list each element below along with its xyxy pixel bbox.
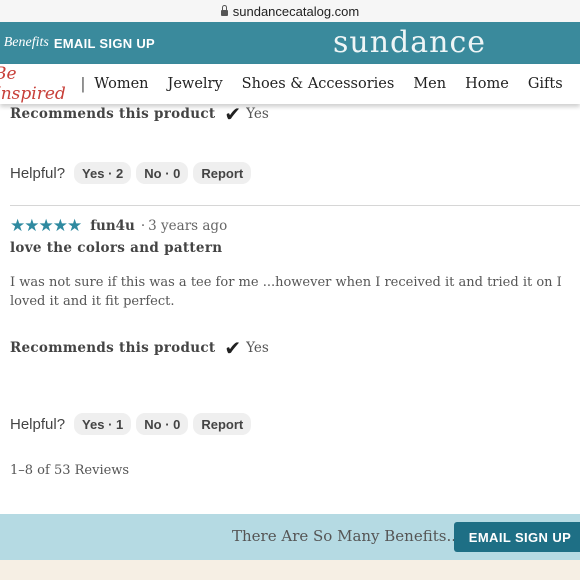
nav-item-shoes-accessories[interactable]: Shoes & Accessories	[242, 76, 395, 92]
bottom-promo-banner: There Are So Many Benefits... EMAIL SIGN…	[0, 514, 580, 560]
helpful-yes-button[interactable]: Yes · 2	[74, 162, 132, 184]
review-author: fun4u	[90, 218, 135, 234]
site-logo[interactable]: sundance	[333, 25, 486, 60]
review-body: I was not sure if this was a tee for me …	[10, 275, 562, 309]
recommends-label: Recommends this product	[10, 340, 216, 356]
recommends-label: Recommends this product	[10, 106, 216, 122]
review-divider	[10, 205, 580, 206]
report-button[interactable]: Report	[193, 413, 252, 435]
recommends-value: Yes	[246, 340, 269, 356]
benefits-banner-text: There Are So Many Benefits...	[232, 527, 461, 545]
browser-url-bar[interactable]: sundancecatalog.com	[0, 0, 580, 22]
review-count: 1–8 of 53 Reviews	[10, 463, 130, 478]
nav-item-gifts[interactable]: Gifts	[528, 76, 563, 92]
lock-icon	[220, 4, 228, 16]
report-button[interactable]: Report	[193, 162, 252, 184]
checkmark-icon: ✔	[224, 102, 242, 126]
helpful-yes-button[interactable]: Yes · 1	[74, 413, 132, 435]
recommends-row: Recommends this product ✔ Yes	[10, 104, 269, 124]
star-rating-icon: ★★★★★	[10, 216, 82, 236]
tagline: Be Inspired	[0, 64, 66, 104]
url-text[interactable]: sundancecatalog.com	[233, 4, 359, 19]
nav-item-home[interactable]: Home	[465, 76, 509, 92]
review-header: ★★★★★ fun4u · 3 years ago	[10, 216, 227, 236]
recommends-row: Recommends this product ✔ Yes	[10, 338, 269, 358]
footer-strip	[0, 560, 580, 580]
review-age: 3 years ago	[148, 218, 228, 234]
benefits-text: e Benefits	[0, 35, 49, 50]
checkmark-icon: ✔	[224, 336, 242, 360]
nav-separator: |	[80, 74, 86, 93]
nav-item-jewelry[interactable]: Jewelry	[168, 76, 223, 92]
helpful-row: Helpful? Yes · 2 No · 0 Report	[10, 162, 256, 184]
helpful-label: Helpful?	[10, 164, 66, 182]
helpful-no-button[interactable]: No · 0	[136, 413, 189, 435]
email-signup-button[interactable]: EMAIL SIGN UP	[454, 522, 580, 552]
top-promo-banner: e Benefits EMAIL SIGN UP sundance	[0, 22, 580, 64]
nav-item-men[interactable]: Men	[413, 76, 446, 92]
main-nav: Be Inspired | Women Jewelry Shoes & Acce…	[0, 64, 580, 104]
recommends-value: Yes	[246, 106, 269, 122]
meta-separator: ·	[140, 218, 146, 234]
helpful-row: Helpful? Yes · 1 No · 0 Report	[10, 413, 256, 435]
helpful-no-button[interactable]: No · 0	[136, 162, 189, 184]
email-signup-link[interactable]: EMAIL SIGN UP	[54, 36, 155, 51]
nav-item-women[interactable]: Women	[94, 76, 148, 92]
helpful-label: Helpful?	[10, 415, 66, 433]
review-title: love the colors and pattern	[10, 240, 223, 256]
